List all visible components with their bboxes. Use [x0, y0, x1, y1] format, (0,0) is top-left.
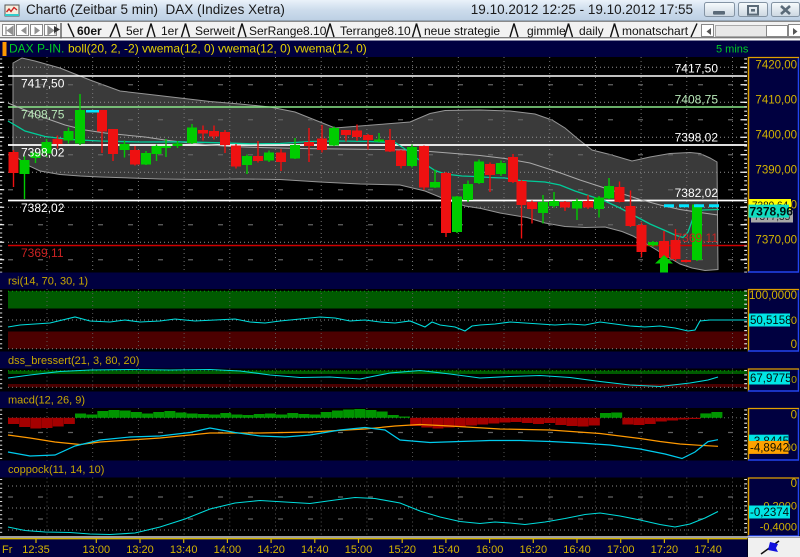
- svg-text:7410,00: 7410,00: [755, 95, 797, 107]
- svg-text:7378,96: 7378,96: [750, 204, 794, 218]
- svg-text:15:00: 15:00: [345, 544, 373, 556]
- svg-text:7370,00: 7370,00: [755, 235, 797, 247]
- svg-text:7417,50: 7417,50: [21, 77, 65, 91]
- svg-text:50,5158: 50,5158: [750, 315, 792, 327]
- svg-text:67,9775: 67,9775: [750, 373, 792, 385]
- svg-text:0: 0: [791, 478, 797, 490]
- svg-text:7369,11: 7369,11: [21, 246, 64, 260]
- svg-text:boll(20, 2, -2) vwema(12, 0) v: boll(20, 2, -2) vwema(12, 0) vwema(12, 0…: [68, 42, 367, 56]
- svg-text:7369,11: 7369,11: [676, 231, 719, 245]
- svg-text:15:40: 15:40: [432, 544, 460, 556]
- svg-text:17:20: 17:20: [651, 544, 679, 556]
- svg-text:-0,2374: -0,2374: [750, 507, 790, 519]
- svg-text:7382,02: 7382,02: [21, 201, 65, 215]
- svg-text:7417,50: 7417,50: [675, 62, 719, 76]
- svg-text:7408,75: 7408,75: [675, 93, 719, 107]
- svg-text:DAX P-IN.: DAX P-IN.: [9, 42, 64, 56]
- svg-text:14:20: 14:20: [257, 544, 285, 556]
- svg-text:7398,02: 7398,02: [21, 146, 65, 160]
- svg-text:16:40: 16:40: [563, 544, 591, 556]
- svg-text:7400,00: 7400,00: [755, 130, 797, 142]
- svg-text:7398,02: 7398,02: [675, 131, 719, 145]
- svg-text:7390,00: 7390,00: [755, 165, 797, 177]
- svg-text:-4,8942: -4,8942: [750, 443, 789, 455]
- svg-text:16:00: 16:00: [476, 544, 504, 556]
- svg-text:13:40: 13:40: [170, 544, 198, 556]
- svg-text:14:40: 14:40: [301, 544, 329, 556]
- svg-text:13:20: 13:20: [126, 544, 154, 556]
- svg-text:7382,02: 7382,02: [675, 186, 719, 200]
- svg-text:coppock(11, 14, 10): coppock(11, 14, 10): [8, 464, 104, 476]
- svg-text:13:00: 13:00: [83, 544, 111, 556]
- svg-text:7408,75: 7408,75: [21, 108, 65, 122]
- svg-text:5 mins: 5 mins: [716, 44, 749, 56]
- svg-text:100,0000: 100,0000: [749, 290, 797, 302]
- svg-text:-0,4000: -0,4000: [760, 522, 797, 534]
- svg-text:17:40: 17:40: [694, 544, 722, 556]
- svg-text:dss_bressert(21, 3, 80, 20): dss_bressert(21, 3, 80, 20): [8, 355, 139, 367]
- svg-text:0: 0: [791, 410, 797, 422]
- svg-text:0: 0: [791, 339, 797, 351]
- svg-text:macd(12, 26, 9): macd(12, 26, 9): [8, 395, 85, 407]
- svg-text:7420,00: 7420,00: [755, 60, 797, 72]
- svg-text:15:20: 15:20: [388, 544, 416, 556]
- svg-text:rsi(14, 70, 30, 1): rsi(14, 70, 30, 1): [8, 276, 88, 288]
- svg-text:17:00: 17:00: [607, 544, 635, 556]
- svg-text:14:00: 14:00: [214, 544, 242, 556]
- svg-text:16:20: 16:20: [520, 544, 548, 556]
- svg-text:12:35: 12:35: [22, 544, 50, 556]
- svg-text:Fr: Fr: [2, 544, 13, 556]
